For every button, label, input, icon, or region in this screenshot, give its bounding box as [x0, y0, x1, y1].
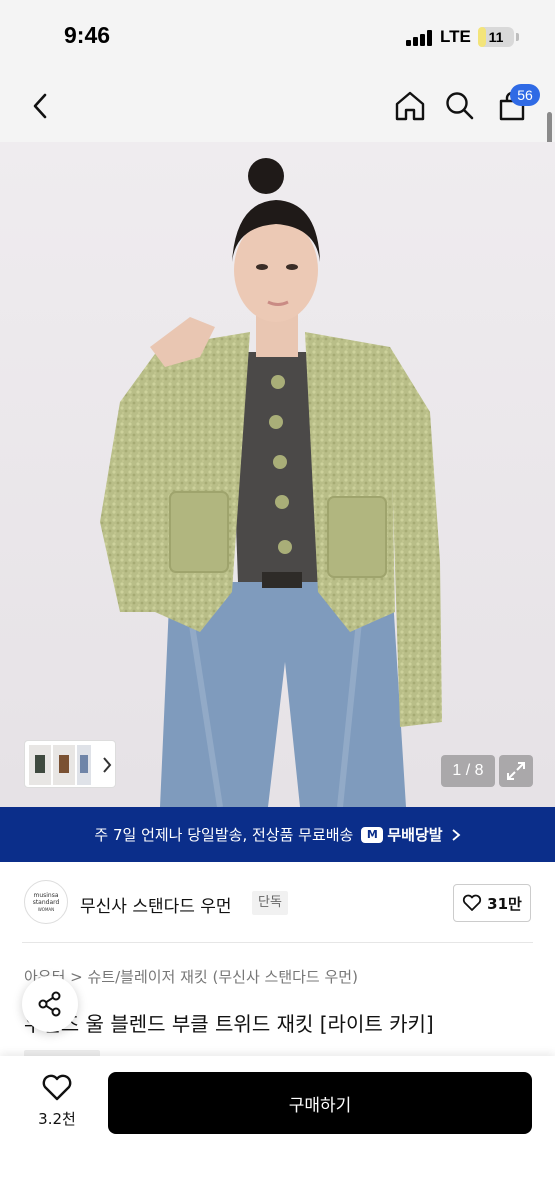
share-icon	[38, 991, 61, 1017]
home-icon	[395, 91, 425, 121]
brand-name[interactable]: 무신사 스탠다드 우먼	[80, 892, 232, 917]
buy-button[interactable]: 구매하기	[108, 1072, 532, 1134]
product-title: 우먼즈 울 블렌드 부클 트위드 재킷 [라이트 카키]	[24, 1012, 434, 1036]
brand-logo-line2: standard	[32, 898, 60, 906]
product-image[interactable]	[0, 142, 555, 807]
brand-row: musinsa standard WOMAN 무신사 스탠다드 우먼 단독 31…	[0, 862, 555, 942]
search-button[interactable]	[440, 86, 480, 126]
thumbnail-strip[interactable]	[24, 740, 116, 788]
exclusive-badge: 단독	[252, 891, 288, 915]
brand-logo-line1: musinsa	[33, 891, 59, 899]
status-bar: 9:46 LTE 11	[0, 0, 555, 72]
battery-cap	[516, 33, 519, 41]
expand-icon	[507, 762, 525, 780]
heart-icon	[463, 894, 482, 911]
status-time: 9:46	[64, 22, 111, 48]
wish-count: 3.2천	[38, 1110, 76, 1128]
model-photo	[0, 142, 555, 807]
brand-logo[interactable]: musinsa standard WOMAN	[24, 880, 68, 924]
image-counter: 1 / 8	[441, 755, 495, 787]
brand-like-count: 31만	[487, 894, 522, 913]
chevron-left-icon	[33, 93, 47, 119]
promo-text: 주 7일 언제나 당일발송, 전상품 무료배송	[94, 826, 354, 844]
brand-logo-line3: WOMAN	[37, 906, 55, 912]
delivery-logo-icon: M	[361, 826, 384, 843]
wish-button[interactable]: 3.2천	[24, 1074, 90, 1144]
battery-level: 11	[488, 29, 504, 45]
chevron-right-icon	[452, 828, 460, 841]
promo-brand: M 무배당발	[361, 824, 443, 845]
promo-banner[interactable]: 주 7일 언제나 당일발송, 전상품 무료배송 M 무배당발	[0, 807, 555, 862]
bottom-action-bar: 3.2천 구매하기	[0, 1056, 555, 1200]
promo-brand-label: 무배당발	[387, 826, 443, 844]
search-icon	[446, 92, 474, 120]
signal-icon	[406, 30, 434, 46]
battery-icon: 11	[478, 27, 514, 47]
network-label: LTE	[440, 27, 471, 46]
back-button[interactable]	[20, 86, 60, 126]
cart-count-badge: 56	[510, 84, 540, 106]
share-button[interactable]	[22, 976, 78, 1032]
home-button[interactable]	[390, 86, 430, 126]
brand-like-button[interactable]: 31만	[453, 884, 531, 922]
divider	[22, 942, 533, 943]
breadcrumb[interactable]: 아우터 > 슈트/블레이저 재킷 (무신사 스탠다드 우먼)	[24, 966, 358, 987]
nav-bar	[0, 72, 555, 142]
expand-button[interactable]	[499, 755, 533, 787]
thumbnail-images	[29, 745, 112, 785]
heart-icon	[42, 1074, 72, 1101]
